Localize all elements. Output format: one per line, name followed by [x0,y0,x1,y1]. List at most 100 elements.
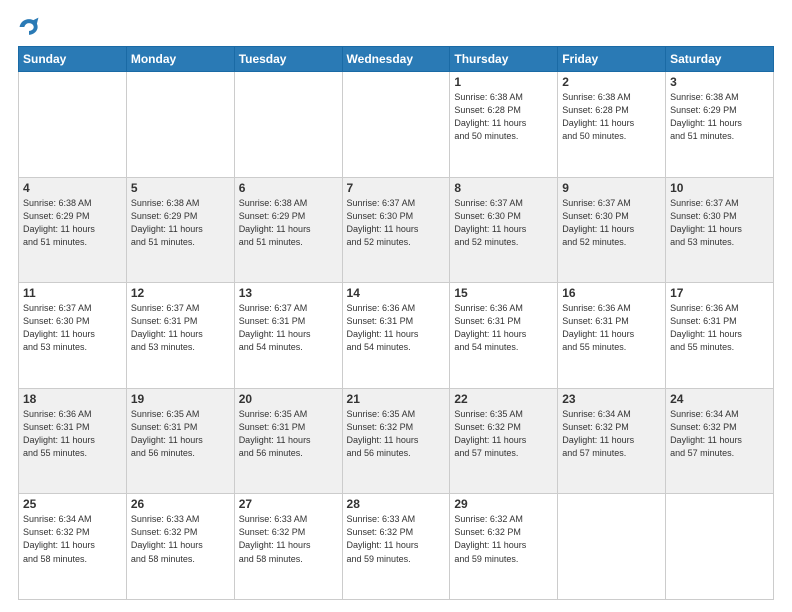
day-info: Sunrise: 6:37 AM Sunset: 6:31 PM Dayligh… [131,302,230,354]
day-info: Sunrise: 6:38 AM Sunset: 6:28 PM Dayligh… [454,91,553,143]
calendar-cell: 5 Sunrise: 6:38 AM Sunset: 6:29 PM Daylig… [126,177,234,283]
calendar-table: SundayMondayTuesdayWednesdayThursdayFrid… [18,46,774,600]
calendar-cell: 19Sunrise: 6:35 AM Sunset: 6:31 PM Dayli… [126,388,234,494]
calendar-cell [126,72,234,178]
calendar-cell: 23 Sunrise: 6:34 AM Sunset: 6:32 PM Dayli… [558,388,666,494]
day-number: 25 [23,497,122,511]
day-info: Sunrise: 6:36 AM Sunset: 6:31 PM Dayligh… [562,302,661,354]
calendar-cell: 22 Sunrise: 6:35 AM Sunset: 6:32 PM Dayli… [450,388,558,494]
calendar-header-row: SundayMondayTuesdayWednesdayThursdayFrid… [19,47,774,72]
day-number: 8 [454,181,553,195]
day-number: 6 [239,181,338,195]
calendar-cell: 15 Sunrise: 6:36 AM Sunset: 6:31 PM Dayli… [450,283,558,389]
day-info: Sunrise: 6:38 AM Sunset: 6:29 PM Dayligh… [131,197,230,249]
day-info: Sunrise: 6:35 AM Sunset: 6:32 PM Dayligh… [454,408,553,460]
day-number: 4 [23,181,122,195]
calendar-cell: 18Sunrise: 6:36 AM Sunset: 6:31 PM Dayli… [19,388,127,494]
page: SundayMondayTuesdayWednesdayThursdayFrid… [0,0,792,612]
day-header-friday: Friday [558,47,666,72]
day-number: 9 [562,181,661,195]
calendar-cell: 6 Sunrise: 6:38 AM Sunset: 6:29 PM Daylig… [234,177,342,283]
day-info: Sunrise: 6:34 AM Sunset: 6:32 PM Dayligh… [23,513,122,565]
calendar-cell: 11 Sunrise: 6:37 AM Sunset: 6:30 PM Dayli… [19,283,127,389]
day-number: 16 [562,286,661,300]
calendar-cell: 3 Sunrise: 6:38 AM Sunset: 6:29 PM Daylig… [666,72,774,178]
day-info: Sunrise: 6:38 AM Sunset: 6:29 PM Dayligh… [239,197,338,249]
day-number: 22 [454,392,553,406]
day-info: Sunrise: 6:37 AM Sunset: 6:31 PM Dayligh… [239,302,338,354]
day-info: Sunrise: 6:33 AM Sunset: 6:32 PM Dayligh… [347,513,446,565]
day-info: Sunrise: 6:38 AM Sunset: 6:29 PM Dayligh… [23,197,122,249]
calendar-cell: 14 Sunrise: 6:36 AM Sunset: 6:31 PM Dayli… [342,283,450,389]
day-number: 15 [454,286,553,300]
day-info: Sunrise: 6:35 AM Sunset: 6:31 PM Dayligh… [239,408,338,460]
calendar-cell: 26 Sunrise: 6:33 AM Sunset: 6:32 PM Dayli… [126,494,234,600]
day-number: 27 [239,497,338,511]
day-number: 23 [562,392,661,406]
day-header-monday: Monday [126,47,234,72]
calendar-cell [342,72,450,178]
day-header-thursday: Thursday [450,47,558,72]
day-number: 28 [347,497,446,511]
calendar-cell: 21 Sunrise: 6:35 AM Sunset: 6:32 PM Dayli… [342,388,450,494]
calendar-cell: 2 Sunrise: 6:38 AM Sunset: 6:28 PM Daylig… [558,72,666,178]
day-info: Sunrise: 6:37 AM Sunset: 6:30 PM Dayligh… [454,197,553,249]
day-number: 17 [670,286,769,300]
day-number: 21 [347,392,446,406]
calendar-cell: 4 Sunrise: 6:38 AM Sunset: 6:29 PM Daylig… [19,177,127,283]
calendar-week-3: 11 Sunrise: 6:37 AM Sunset: 6:30 PM Dayli… [19,283,774,389]
calendar-cell: 7Sunrise: 6:37 AM Sunset: 6:30 PM Daylig… [342,177,450,283]
day-number: 10 [670,181,769,195]
day-header-wednesday: Wednesday [342,47,450,72]
day-number: 13 [239,286,338,300]
day-info: Sunrise: 6:38 AM Sunset: 6:29 PM Dayligh… [670,91,769,143]
calendar-cell [234,72,342,178]
day-number: 18 [23,392,122,406]
day-info: Sunrise: 6:33 AM Sunset: 6:32 PM Dayligh… [131,513,230,565]
calendar-cell: 24 Sunrise: 6:34 AM Sunset: 6:32 PM Dayli… [666,388,774,494]
calendar-cell: 27 Sunrise: 6:33 AM Sunset: 6:32 PM Dayli… [234,494,342,600]
day-info: Sunrise: 6:36 AM Sunset: 6:31 PM Dayligh… [347,302,446,354]
calendar-cell: 25 Sunrise: 6:34 AM Sunset: 6:32 PM Dayli… [19,494,127,600]
calendar-cell: 10 Sunrise: 6:37 AM Sunset: 6:30 PM Dayli… [666,177,774,283]
day-number: 7 [347,181,446,195]
day-number: 2 [562,75,661,89]
day-number: 29 [454,497,553,511]
day-info: Sunrise: 6:38 AM Sunset: 6:28 PM Dayligh… [562,91,661,143]
day-number: 3 [670,75,769,89]
header [18,16,774,38]
day-info: Sunrise: 6:36 AM Sunset: 6:31 PM Dayligh… [454,302,553,354]
calendar-cell [19,72,127,178]
day-info: Sunrise: 6:34 AM Sunset: 6:32 PM Dayligh… [562,408,661,460]
day-info: Sunrise: 6:35 AM Sunset: 6:31 PM Dayligh… [131,408,230,460]
day-number: 24 [670,392,769,406]
day-number: 20 [239,392,338,406]
calendar-cell: 29Sunrise: 6:32 AM Sunset: 6:32 PM Dayli… [450,494,558,600]
day-number: 14 [347,286,446,300]
day-info: Sunrise: 6:34 AM Sunset: 6:32 PM Dayligh… [670,408,769,460]
day-info: Sunrise: 6:37 AM Sunset: 6:30 PM Dayligh… [670,197,769,249]
calendar-cell: 17Sunrise: 6:36 AM Sunset: 6:31 PM Dayli… [666,283,774,389]
day-info: Sunrise: 6:37 AM Sunset: 6:30 PM Dayligh… [23,302,122,354]
calendar-cell: 8 Sunrise: 6:37 AM Sunset: 6:30 PM Daylig… [450,177,558,283]
calendar-week-4: 18Sunrise: 6:36 AM Sunset: 6:31 PM Dayli… [19,388,774,494]
calendar-cell [558,494,666,600]
calendar-cell: 1Sunrise: 6:38 AM Sunset: 6:28 PM Daylig… [450,72,558,178]
day-number: 26 [131,497,230,511]
calendar-cell: 16 Sunrise: 6:36 AM Sunset: 6:31 PM Dayli… [558,283,666,389]
calendar-week-1: 1Sunrise: 6:38 AM Sunset: 6:28 PM Daylig… [19,72,774,178]
day-number: 5 [131,181,230,195]
calendar-week-2: 4 Sunrise: 6:38 AM Sunset: 6:29 PM Daylig… [19,177,774,283]
calendar-cell: 9 Sunrise: 6:37 AM Sunset: 6:30 PM Daylig… [558,177,666,283]
day-number: 11 [23,286,122,300]
calendar-cell: 12 Sunrise: 6:37 AM Sunset: 6:31 PM Dayli… [126,283,234,389]
day-header-saturday: Saturday [666,47,774,72]
day-number: 12 [131,286,230,300]
logo-icon [18,16,40,38]
calendar-cell [666,494,774,600]
day-info: Sunrise: 6:35 AM Sunset: 6:32 PM Dayligh… [347,408,446,460]
day-info: Sunrise: 6:33 AM Sunset: 6:32 PM Dayligh… [239,513,338,565]
logo [18,16,44,38]
day-header-sunday: Sunday [19,47,127,72]
day-info: Sunrise: 6:37 AM Sunset: 6:30 PM Dayligh… [562,197,661,249]
